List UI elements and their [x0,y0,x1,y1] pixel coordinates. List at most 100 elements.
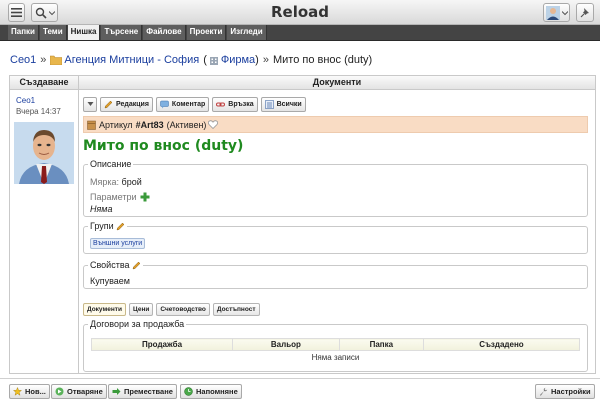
settings-label: Настройки [551,387,591,396]
comment-label: Коментар [171,100,206,108]
description-legend-text: Описание [90,159,132,169]
open-icon [55,387,64,396]
open-button[interactable]: Отваряне [51,384,107,399]
groups-legend-text: Групи [90,221,114,231]
column-header[interactable]: Вальор [232,338,340,351]
clock-icon [184,387,193,396]
edit-button[interactable]: Редакция [100,96,153,112]
tab-files[interactable]: Файлове [143,25,186,40]
params-row: Параметри [90,192,150,202]
tab-folders[interactable]: Папки [8,25,39,40]
move-button[interactable]: Преместване [108,384,177,399]
tab-topics[interactable]: Теми [39,25,67,40]
pin-icon [580,8,589,18]
list-icon [264,99,274,109]
contracts-legend: Договори за продажба [88,319,187,329]
pencil-icon [104,100,113,108]
empty-message: Няма записи [311,352,360,362]
group-tag[interactable]: Външни услуги [90,238,146,249]
link-label: Връзка [228,100,254,108]
article-status: (Активен) [166,119,207,130]
breadcrumb-folder-link[interactable]: Агенция Митници - София [64,54,199,66]
arrow-right-icon [112,388,121,395]
breadcrumb-company-link[interactable]: Фирма [221,54,255,66]
params-value: Няма [90,204,113,214]
article-header: Артикул #Art83 (Активен) [83,116,588,133]
article-icon [87,120,96,130]
new-button[interactable]: Нов... [9,384,50,399]
tab-views[interactable]: Изгледи [227,25,267,40]
column-header[interactable]: Създадено [422,338,581,351]
contracts-table: Продажба Вальор Папка Създадено Няма зап… [90,338,581,364]
company-icon [209,57,218,65]
article-code: #Art83 [135,119,164,130]
column-header[interactable]: Папка [338,338,424,351]
measure-row: Мярка: брой [90,177,142,187]
user-avatar-icon [546,5,560,20]
article-title: Мито по внос (duty) [83,138,244,154]
more-actions-button[interactable] [83,96,97,112]
creation-column: Създаване Ceo1 Вчера 14:37 [9,75,79,374]
created-time: Вчера 14:37 [16,107,61,116]
user-menu-button[interactable] [543,3,570,22]
remind-label: Напомняне [196,387,238,396]
add-param-icon[interactable] [140,192,150,202]
edit-groups-icon[interactable] [116,222,125,231]
tab-projects[interactable]: Проекти [186,25,227,40]
main-nav: Папки Теми Нишка Търсене Файлове Проекти… [0,25,600,41]
breadcrumb-current: Мито по внос (duty) [272,54,373,66]
footer-toolbar: Нов... Отваряне Преместване Напомняне На… [0,378,600,414]
tab-search[interactable]: Търсене [101,25,143,40]
tab-access[interactable]: Достъпност [212,303,260,316]
creator-name[interactable]: Ceo1 [16,96,35,105]
properties-legend-text: Свойства [90,260,130,270]
description-legend: Описание [88,159,134,169]
remind-button[interactable]: Напомняне [180,384,242,399]
top-bar: Reload [0,0,600,25]
heart-icon[interactable] [208,120,219,129]
breadcrumb-separator: » [262,54,269,66]
comment-icon [160,100,169,108]
edit-properties-icon[interactable] [132,261,141,270]
breadcrumb-separator: » [40,54,47,66]
edit-label: Редакция [116,100,149,108]
breadcrumb-user-link[interactable]: Ceo1 [10,54,36,66]
link-button[interactable]: Връзка [212,96,258,112]
documents-column: Документи Редакция Коментар Връзка Всичк… [79,75,596,374]
action-toolbar: Редакция Коментар Връзка Всички [83,96,309,112]
documents-header: Документи [79,76,595,90]
measure-label: Мярка: [90,177,120,187]
detail-tabs: Документи Цени Счетоводство Достъпност [83,303,263,316]
app-title: Reload [270,3,330,21]
move-label: Преместване [124,387,173,396]
chevron-down-icon [87,102,93,106]
article-prefix: Артикул [99,119,133,130]
tab-prices[interactable]: Цени [129,303,154,316]
sales-contracts: Договори за продажба Продажба Вальор Пап… [83,319,588,372]
tab-documents[interactable]: Документи [83,303,126,316]
all-label: Всички [276,100,302,108]
pin-button[interactable] [576,3,594,22]
properties-legend: Свойства [88,260,143,270]
link-icon [216,102,226,106]
groups-legend: Групи [88,221,127,231]
paren-close: ) [255,54,259,66]
all-button[interactable]: Всички [260,96,306,112]
avatar [14,122,74,184]
settings-button[interactable]: Настройки [535,384,595,399]
properties-fieldset: Свойства Купуваем [83,260,588,289]
column-header[interactable]: Продажба [90,338,234,351]
comment-button[interactable]: Коментар [155,96,210,112]
tab-accounting[interactable]: Счетоводство [156,303,210,316]
measure-value: брой [121,177,142,187]
groups-fieldset: Групи Външни услуги [83,221,588,254]
params-label: Параметри [90,192,137,202]
breadcrumb: Ceo1 » Агенция Митници - София ( Фирма )… [10,54,372,66]
creation-header: Създаване [10,76,78,90]
new-label: Нов... [25,387,46,396]
chevron-down-icon [562,10,568,15]
properties-value: Купуваем [90,276,130,286]
open-label: Отваряне [67,387,103,396]
tab-thread[interactable]: Нишка [67,25,101,40]
paren-open: ( [203,54,207,66]
